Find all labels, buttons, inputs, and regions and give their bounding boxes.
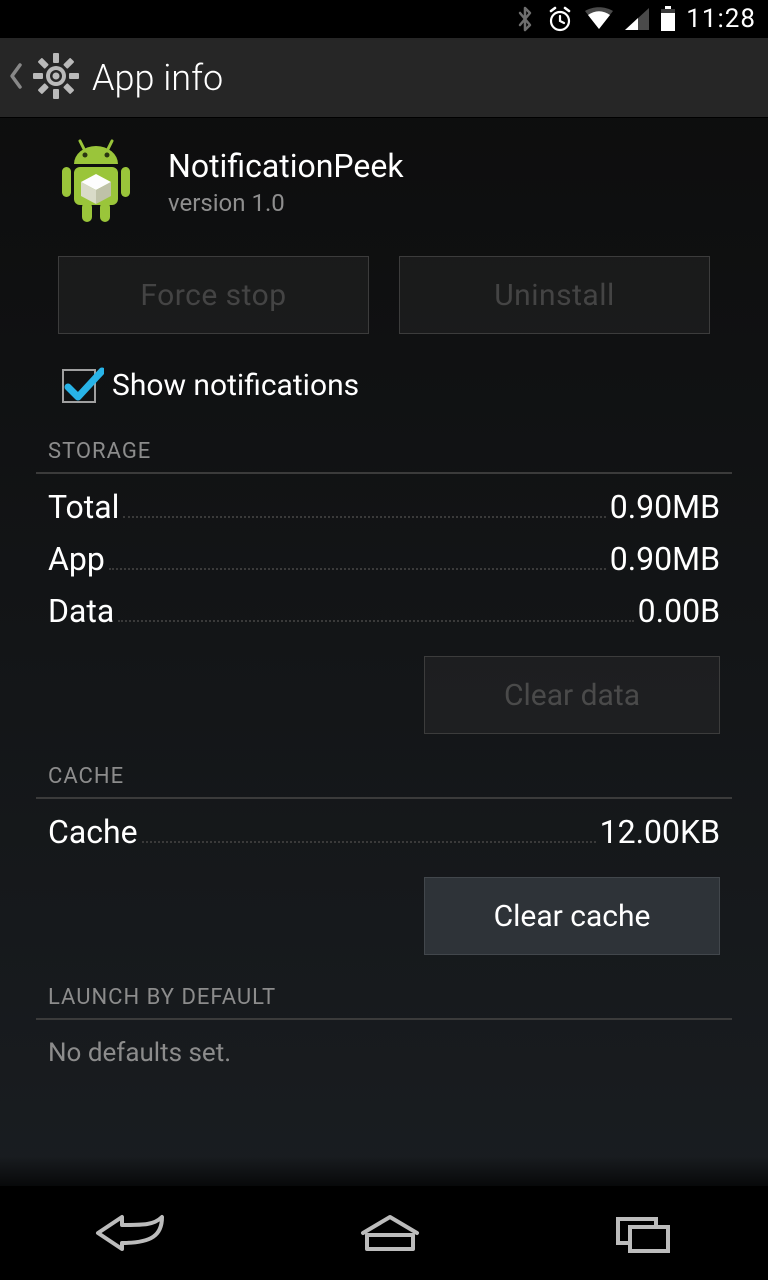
navigation-bar bbox=[0, 1186, 768, 1280]
app-header: NotificationPeek version 1.0 bbox=[0, 118, 768, 246]
uninstall-button[interactable]: Uninstall bbox=[399, 256, 710, 334]
content-scroll[interactable]: NotificationPeek version 1.0 Force stop … bbox=[0, 118, 768, 1078]
status-time: 11:28 bbox=[686, 4, 756, 34]
storage-total-value: 0.90MB bbox=[610, 488, 720, 526]
storage-app-row: App 0.90MB bbox=[0, 526, 768, 578]
nav-home-icon[interactable] bbox=[355, 1211, 425, 1255]
app-name: NotificationPeek bbox=[168, 147, 404, 185]
settings-gear-icon[interactable] bbox=[30, 50, 82, 106]
app-version: version 1.0 bbox=[168, 189, 404, 217]
battery-icon bbox=[660, 6, 676, 32]
clear-data-button[interactable]: Clear data bbox=[424, 656, 720, 734]
cache-value: 12.00KB bbox=[600, 813, 720, 851]
storage-data-value: 0.00B bbox=[638, 592, 720, 630]
storage-data-row: Data 0.00B bbox=[0, 578, 768, 630]
storage-header: STORAGE bbox=[0, 439, 768, 472]
show-notifications-label: Show notifications bbox=[112, 368, 359, 403]
nav-recents-icon[interactable] bbox=[610, 1211, 676, 1255]
cache-header: CACHE bbox=[0, 764, 768, 797]
signal-icon bbox=[624, 7, 650, 31]
status-bar: 11:28 bbox=[0, 0, 768, 38]
storage-total-row: Total 0.90MB bbox=[0, 474, 768, 526]
app-icon bbox=[50, 136, 142, 228]
storage-app-label: App bbox=[48, 540, 105, 578]
clear-cache-button[interactable]: Clear cache bbox=[424, 877, 720, 955]
alarm-icon bbox=[546, 5, 574, 33]
cache-label: Cache bbox=[48, 813, 138, 851]
launch-by-default-header: LAUNCH BY DEFAULT bbox=[0, 985, 768, 1018]
no-defaults-text: No defaults set. bbox=[0, 1020, 768, 1078]
checkbox-icon[interactable] bbox=[62, 369, 96, 403]
cache-row: Cache 12.00KB bbox=[0, 799, 768, 851]
storage-app-value: 0.90MB bbox=[610, 540, 720, 578]
page-title: App info bbox=[92, 57, 223, 99]
storage-data-label: Data bbox=[48, 592, 114, 630]
wifi-icon bbox=[584, 7, 614, 31]
bluetooth-icon bbox=[514, 5, 536, 33]
action-bar[interactable]: App info bbox=[0, 38, 768, 118]
back-icon[interactable] bbox=[8, 62, 26, 94]
storage-total-label: Total bbox=[48, 488, 119, 526]
show-notifications-row[interactable]: Show notifications bbox=[0, 352, 768, 439]
force-stop-button[interactable]: Force stop bbox=[58, 256, 369, 334]
nav-back-icon[interactable] bbox=[92, 1211, 170, 1255]
